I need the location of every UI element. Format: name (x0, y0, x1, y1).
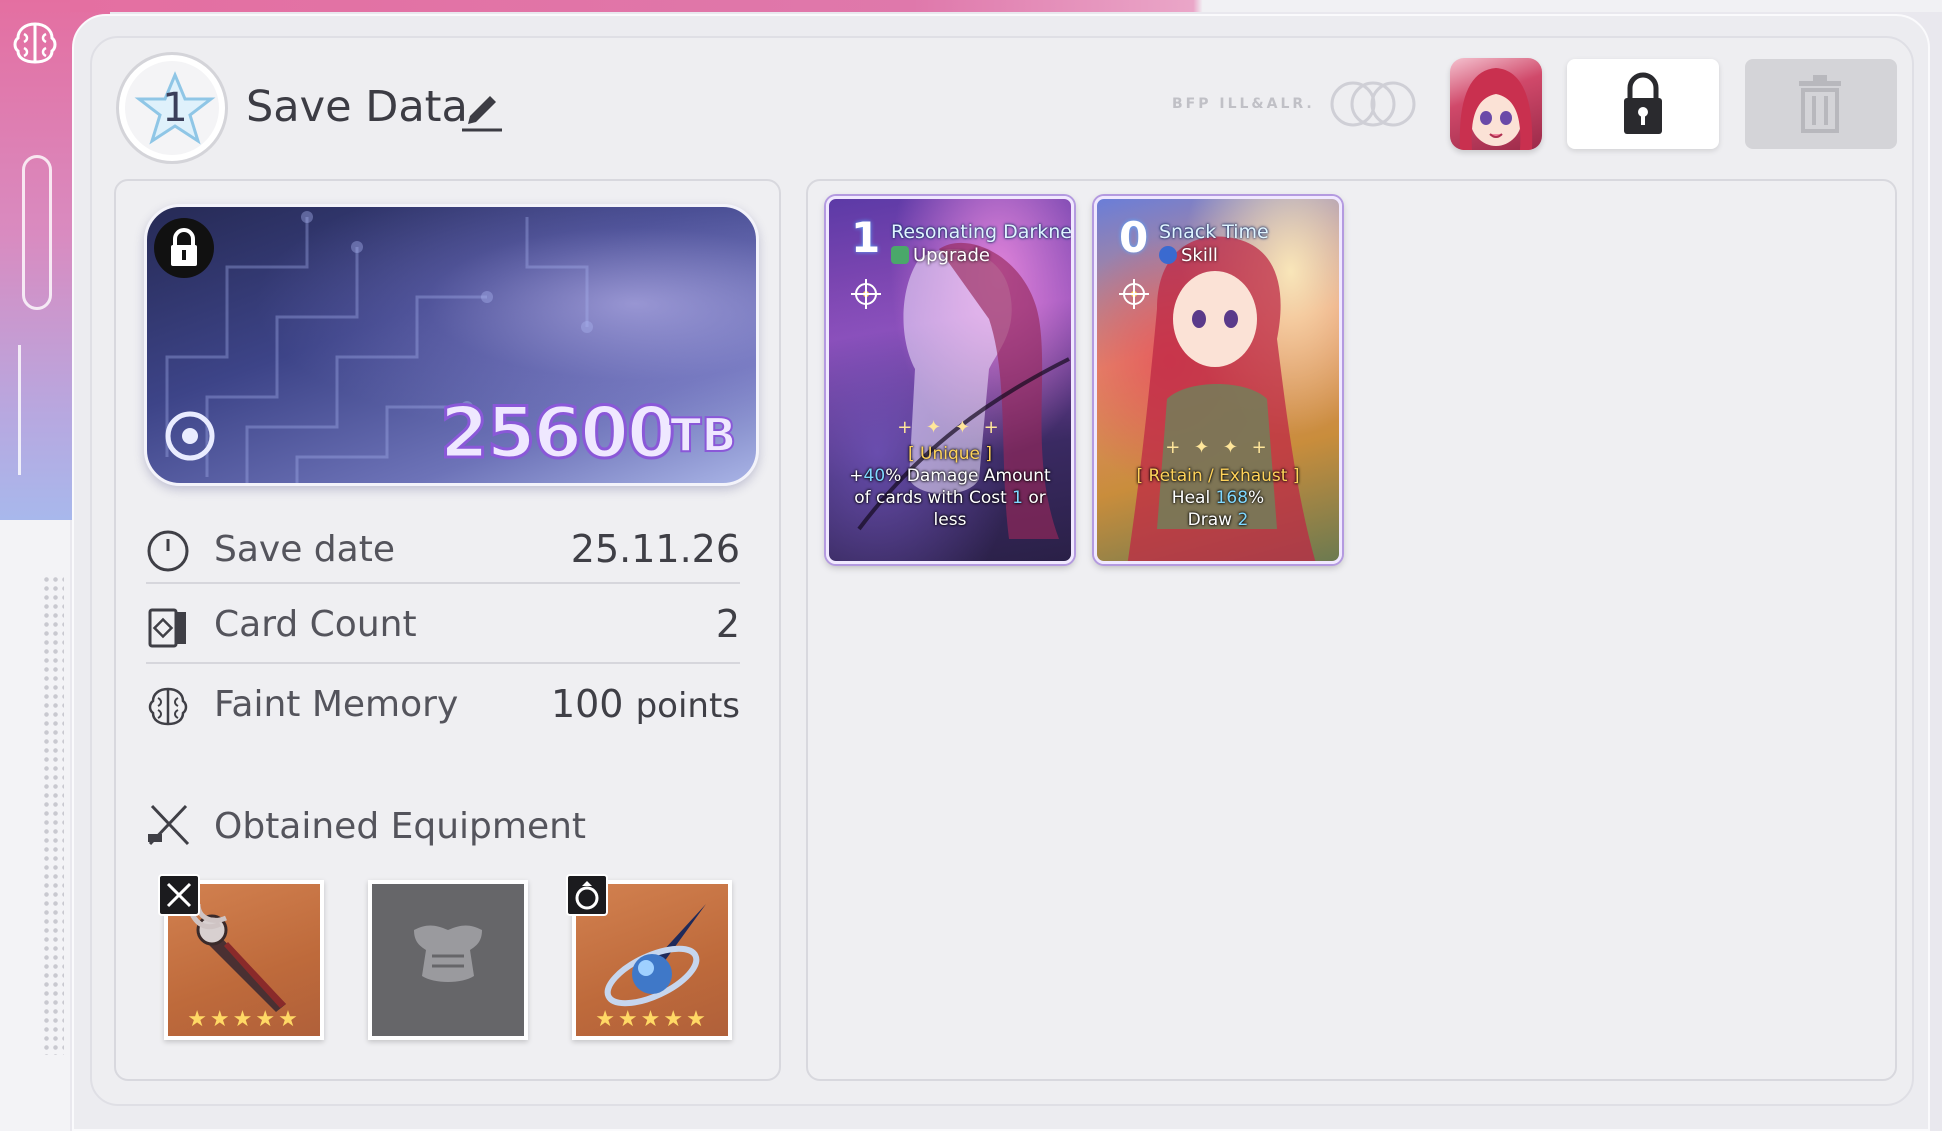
storage-lock-icon (154, 218, 214, 278)
brain-icon (13, 22, 57, 64)
equipment-stars: ★★★★★ (187, 1007, 301, 1032)
card-tag: [ Unique ] (907, 444, 993, 464)
page-title: Save Data (246, 82, 468, 132)
stat-label: Save date (214, 529, 395, 570)
dot-pattern (42, 575, 64, 1055)
clock-icon (147, 530, 189, 572)
header-deco-text: BFP ILL&ALR. (1172, 96, 1315, 112)
stat-label: Card Count (214, 604, 417, 645)
upgrade-icon (891, 246, 909, 264)
storage-unit: TB (669, 407, 737, 463)
stat-faint-memory: Faint Memory 100 points (146, 670, 740, 740)
memory-unit: points (635, 686, 740, 726)
padlock-icon (1624, 72, 1662, 134)
stat-value: 2 (715, 602, 740, 646)
delete-button[interactable] (1745, 59, 1897, 149)
stat-card-count: Card Count 2 (146, 590, 740, 660)
save-slot-number: 1 (162, 85, 188, 131)
target-icon (851, 279, 881, 309)
card-desc-line: Draw 2 (1187, 510, 1249, 530)
storage-amount: 25600 (439, 391, 678, 476)
card-name: Resonating Darkness (891, 221, 1074, 243)
equipment-slot-armor[interactable] (368, 880, 528, 1040)
target-icon (1119, 279, 1149, 309)
card-description: [ Unique ] +40% Damage Amount of cards w… (843, 443, 1057, 531)
equipment-title: Obtained Equipment (214, 806, 587, 847)
save-slot-badge: 1 (116, 52, 228, 164)
lock-button[interactable] (1567, 59, 1719, 149)
card-type: Upgrade (891, 245, 990, 266)
stat-label: Faint Memory (214, 684, 459, 725)
card-count-icon (148, 608, 186, 648)
rings-icon (1330, 81, 1416, 127)
stat-value: 100 points (551, 682, 740, 726)
equipment-header: Obtained Equipment (146, 796, 740, 852)
divider (146, 662, 740, 664)
trash-icon (1799, 75, 1841, 133)
sword-icon (158, 874, 200, 916)
stat-value: 25.11.26 (570, 527, 740, 571)
card-stars: + ✦ ✦ + (1165, 437, 1271, 458)
card-desc-line: less (933, 510, 967, 530)
memory-number: 100 (550, 682, 624, 726)
brain-icon (148, 687, 188, 726)
card-stars: + ✦ ✦ + (897, 417, 1003, 438)
card-type: Skill (1159, 245, 1218, 266)
equipment-stars: ★★★★★ (595, 1007, 709, 1032)
card-desc-line: Heal 168% (1171, 488, 1265, 508)
stat-save-date: Save date 25.11.26 (146, 515, 740, 585)
top-stripe (70, 0, 1942, 12)
card-type-label: Skill (1181, 245, 1218, 266)
pencil-edit-icon[interactable] (458, 88, 506, 136)
card-description: [ Retain / Exhaust ] Heal 168% Draw 2 (1111, 465, 1325, 531)
side-pill-decoration (22, 155, 52, 310)
card-desc-line: +40% Damage Amount (849, 466, 1051, 486)
character-avatar[interactable] (1450, 58, 1542, 150)
card-cost: 0 (1119, 213, 1149, 262)
card-name: Snack Time (1159, 221, 1269, 243)
card-snack-time[interactable]: 0 Snack Time Skill + ✦ ✦ + [ Retain / Ex… (1094, 196, 1342, 564)
divider (146, 582, 740, 584)
armor-icon (414, 925, 482, 982)
crossed-swords-icon (148, 804, 190, 846)
swirl-emblem-icon (165, 411, 215, 461)
character-face-icon (1459, 68, 1533, 150)
side-lines-decoration (18, 345, 58, 475)
card-desc-line: of cards with Cost 1 or (854, 488, 1046, 508)
ring-icon (566, 874, 608, 916)
skill-icon (1159, 246, 1177, 264)
card-tag: [ Retain / Exhaust ] (1136, 466, 1300, 486)
card-cost: 1 (851, 213, 881, 262)
card-resonating-darkness[interactable]: 1 Resonating Darkness Upgrade + ✦ ✦ + [ … (826, 196, 1074, 564)
card-type-label: Upgrade (913, 245, 990, 266)
